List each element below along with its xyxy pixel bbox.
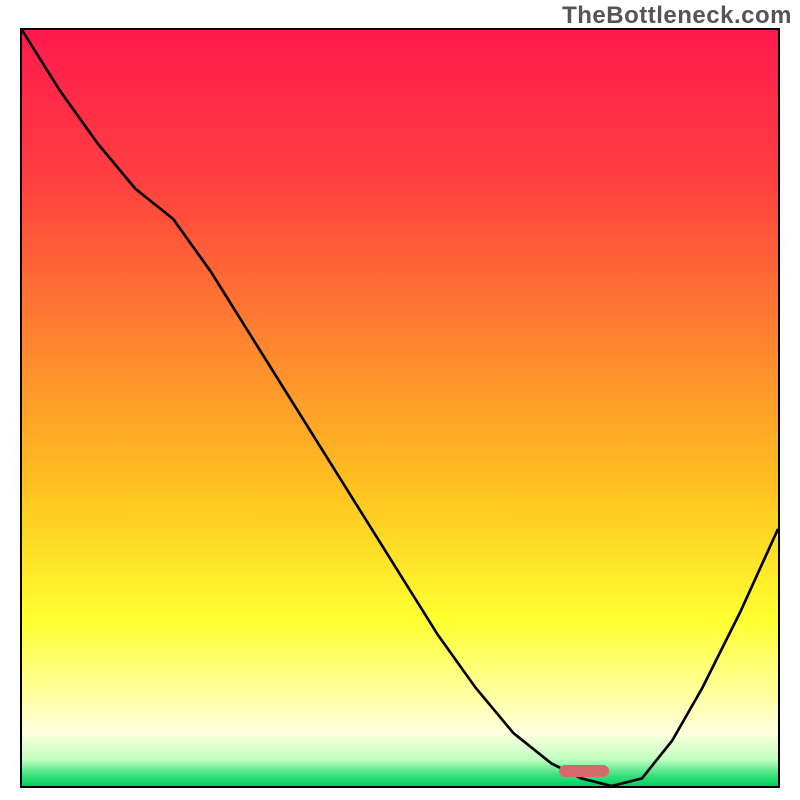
bottleneck-chart <box>20 28 780 788</box>
bottleneck-curve-line <box>22 30 778 786</box>
watermark-text: TheBottleneck.com <box>562 2 792 30</box>
optimum-marker <box>559 765 609 777</box>
